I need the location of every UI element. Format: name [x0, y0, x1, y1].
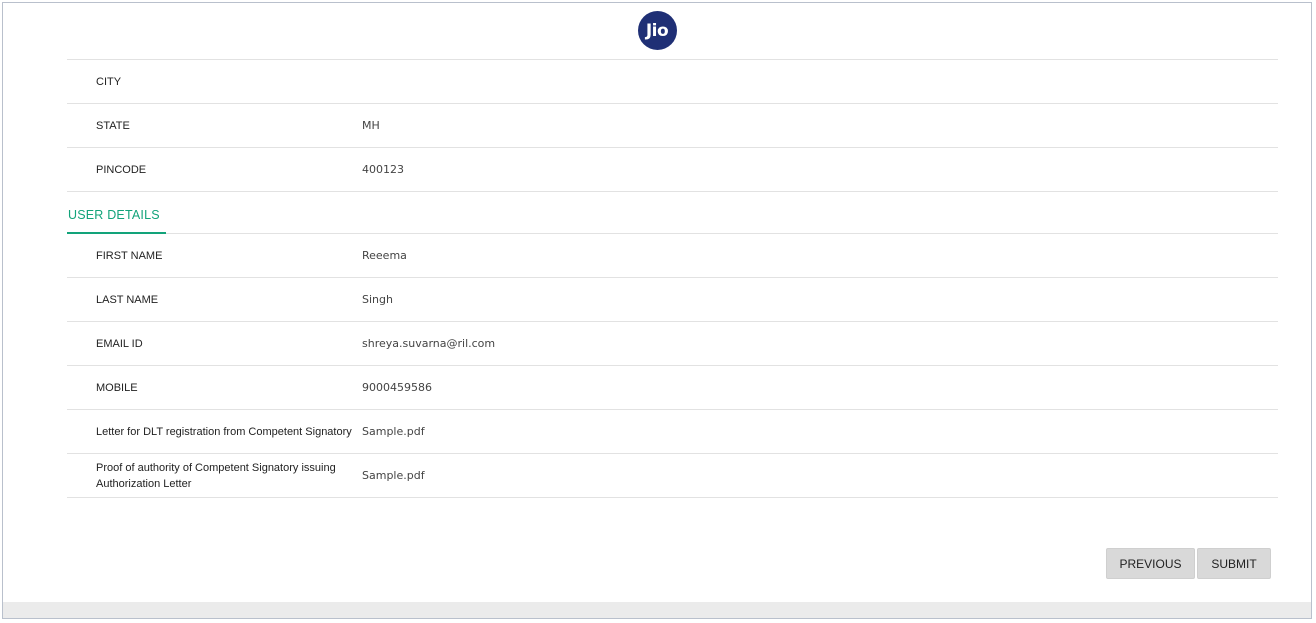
- detail-row-proof-of-authority: Proof of authority of Competent Signator…: [67, 453, 1278, 497]
- attachment-link[interactable]: Sample.pdf: [362, 469, 425, 482]
- divider: [67, 497, 1278, 498]
- detail-row-mobile: MOBILE 9000459586: [67, 365, 1278, 409]
- submit-button[interactable]: SUBMIT: [1197, 548, 1271, 579]
- field-value: shreya.suvarna@ril.com: [362, 337, 496, 350]
- section-underline: [67, 232, 166, 234]
- detail-row-pincode: PINCODE 400123: [67, 147, 1278, 191]
- field-label: MOBILE: [96, 381, 138, 394]
- footer-bar: [3, 602, 1311, 618]
- attachment-link[interactable]: Sample.pdf: [362, 425, 425, 438]
- header: Jio: [3, 11, 1311, 52]
- details-form: CITY STATE MH PINCODE 400123 USER DETAIL…: [67, 59, 1278, 498]
- detail-row-first-name: FIRST NAME Reeema: [67, 233, 1278, 277]
- field-label: FIRST NAME: [96, 249, 163, 262]
- detail-row-city: CITY: [67, 59, 1278, 103]
- field-value: 400123: [362, 163, 404, 176]
- section-title: USER DETAILS: [68, 208, 160, 222]
- field-value: 9000459586: [362, 381, 432, 394]
- previous-button[interactable]: PREVIOUS: [1106, 548, 1195, 579]
- field-label: Proof of authority of Competent Signator…: [96, 461, 336, 490]
- field-label: Letter for DLT registration from Compete…: [96, 425, 352, 438]
- detail-row-dlt-letter: Letter for DLT registration from Compete…: [67, 409, 1278, 453]
- jio-logo: Jio: [637, 11, 677, 50]
- detail-row-email: EMAIL ID shreya.suvarna@ril.com: [67, 321, 1278, 365]
- field-label: LAST NAME: [96, 293, 159, 306]
- page-frame: Jio CITY STATE MH PINCODE 400123 USER DE…: [2, 2, 1312, 619]
- user-details-section-header: USER DETAILS: [67, 191, 1278, 234]
- field-value: Reeema: [362, 249, 407, 262]
- detail-row-state: STATE MH: [67, 103, 1278, 147]
- field-label: EMAIL ID: [96, 337, 143, 350]
- field-label: CITY: [96, 75, 122, 88]
- detail-row-last-name: LAST NAME Singh: [67, 277, 1278, 321]
- field-value: MH: [362, 119, 380, 132]
- field-value: Singh: [362, 293, 393, 306]
- form-actions: PREVIOUS SUBMIT: [1106, 548, 1271, 579]
- field-label: PINCODE: [96, 163, 147, 176]
- field-label: STATE: [96, 119, 130, 132]
